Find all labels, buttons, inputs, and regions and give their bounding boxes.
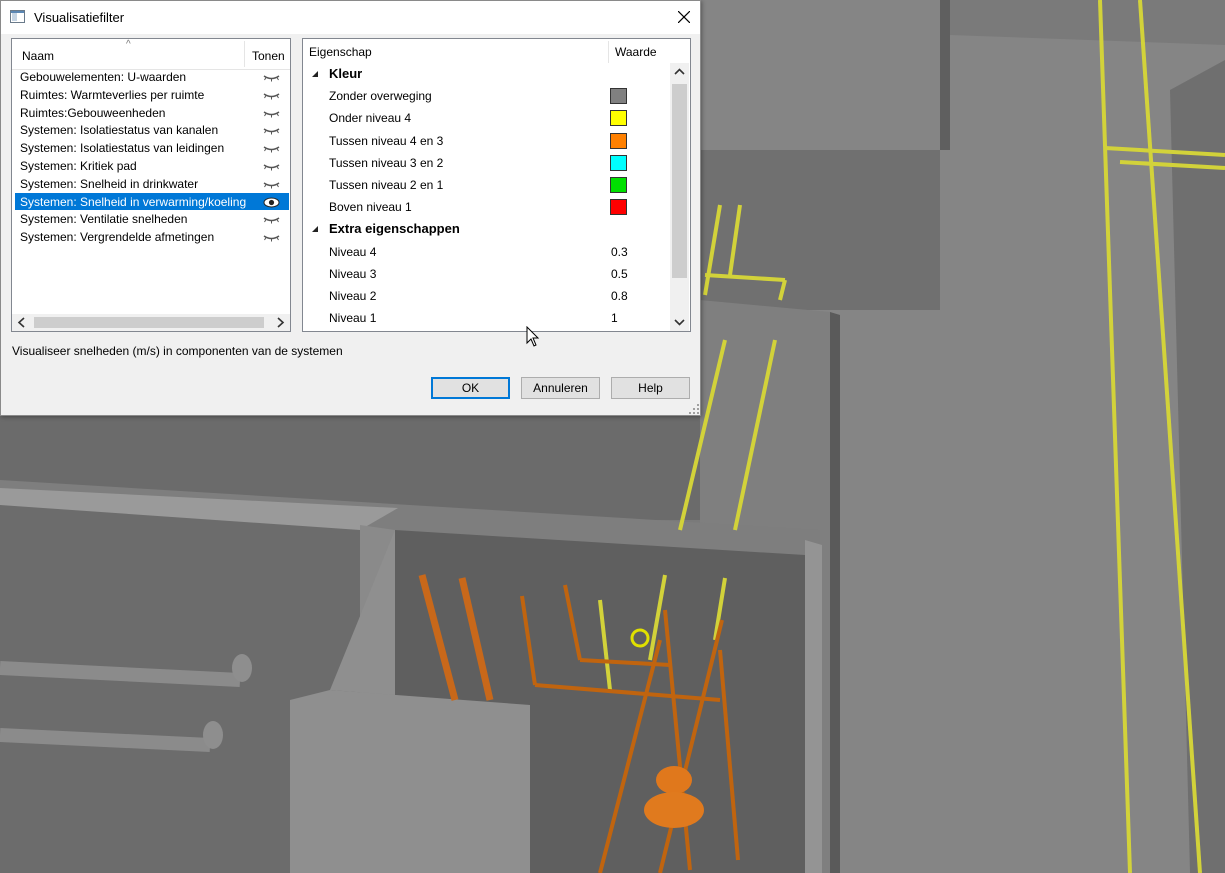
color-property-row[interactable]: Tussen niveau 2 en 1	[303, 174, 669, 196]
list-item[interactable]: Systemen: Snelheid in verwarming/koeling	[15, 192, 289, 211]
property-label: Niveau 4	[329, 244, 377, 259]
visibility-eye-icon[interactable]	[263, 161, 280, 172]
visibility-eye-icon[interactable]	[263, 72, 280, 83]
visibility-eye-icon[interactable]	[263, 179, 280, 190]
close-icon	[678, 11, 690, 23]
scroll-left-icon[interactable]	[15, 316, 29, 329]
color-property-row[interactable]: Tussen niveau 3 en 2	[303, 152, 669, 174]
filter-description: Visualiseer snelheden (m/s) in component…	[12, 344, 343, 358]
list-item-label: Systemen: Kritiek pad	[20, 158, 137, 173]
collapse-triangle-icon[interactable]	[312, 226, 318, 233]
scroll-thumb[interactable]	[34, 317, 264, 328]
column-header-show[interactable]: Tonen	[252, 49, 285, 63]
color-swatch[interactable]	[610, 88, 627, 105]
property-value[interactable]: 0.8	[611, 285, 628, 307]
category-label: Kleur	[329, 66, 363, 81]
property-value[interactable]: 0.3	[611, 241, 628, 263]
property-label: Tussen niveau 4 en 3	[329, 133, 444, 148]
list-item[interactable]: Systemen: Ventilatie snelheden	[15, 210, 289, 228]
list-item-label: Systemen: Isolatiestatus van leidingen	[20, 141, 225, 156]
column-divider[interactable]	[244, 41, 245, 67]
list-item[interactable]: Systemen: Kritiek pad	[15, 157, 289, 175]
property-value[interactable]: 0.5	[611, 263, 628, 285]
dialog-title: Visualisatiefilter	[34, 10, 125, 25]
vertical-scrollbar[interactable]	[670, 63, 689, 331]
list-item[interactable]: Systemen: Snelheid in drinkwater	[15, 175, 289, 193]
list-item-label: Ruimtes: Warmteverlies per ruimte	[20, 87, 205, 102]
list-rows: Gebouwelementen: U-waarden Ruimtes: Warmt…	[15, 68, 289, 246]
visibility-eye-icon[interactable]	[263, 125, 280, 136]
scroll-right-icon[interactable]	[273, 316, 287, 329]
list-item[interactable]: Systemen: Isolatiestatus van kanalen	[15, 121, 289, 139]
property-label: Niveau 1	[329, 311, 377, 326]
color-swatch[interactable]	[610, 132, 627, 149]
color-swatch[interactable]	[610, 154, 627, 171]
property-label: Niveau 3	[329, 266, 377, 281]
ok-button[interactable]: OK	[431, 377, 510, 399]
horizontal-scrollbar[interactable]	[12, 314, 290, 331]
property-label: Onder niveau 4	[329, 111, 412, 126]
list-item-label: Systemen: Snelheid in drinkwater	[20, 176, 199, 191]
level-property-row[interactable]: Niveau 3 0.5	[303, 263, 669, 285]
scroll-thumb[interactable]	[672, 84, 687, 278]
color-swatch[interactable]	[610, 199, 627, 216]
property-label: Tussen niveau 3 en 2	[329, 155, 444, 170]
column-header-value[interactable]: Waarde	[615, 45, 657, 59]
scroll-down-icon[interactable]	[673, 316, 686, 328]
mouse-pointer-icon	[526, 326, 540, 347]
sort-up-icon: ^	[126, 39, 131, 50]
color-swatch[interactable]	[610, 177, 627, 193]
list-item-label: Systemen: Snelheid in verwarming/koeling	[20, 194, 247, 209]
list-item[interactable]: Gebouwelementen: U-waarden	[15, 68, 289, 86]
property-value[interactable]: 1	[611, 307, 618, 329]
level-property-row[interactable]: Niveau 1 1	[303, 307, 669, 329]
category-label: Extra eigenschappen	[329, 221, 460, 237]
list-header: Naam ^ Tonen	[12, 39, 290, 70]
color-property-row[interactable]: Zonder overweging	[303, 85, 669, 107]
list-item[interactable]: Ruimtes:Gebouweenheden	[15, 104, 289, 122]
list-item[interactable]: Systemen: Vergrendelde afmetingen	[15, 228, 289, 246]
filter-list[interactable]: Naam ^ Tonen Gebouwelementen: U-waarden R…	[11, 38, 291, 332]
list-item[interactable]: Ruimtes: Warmteverlies per ruimte	[15, 86, 289, 104]
title-bar[interactable]: Visualisatiefilter	[1, 1, 700, 34]
color-swatch[interactable]	[610, 110, 627, 127]
color-property-row[interactable]: Tussen niveau 4 en 3	[303, 130, 669, 152]
close-button[interactable]	[671, 5, 697, 29]
property-label: Niveau 2	[329, 289, 377, 303]
visibility-eye-icon[interactable]	[263, 108, 280, 119]
column-divider[interactable]	[608, 41, 609, 63]
column-header-property[interactable]: Eigenschap	[309, 45, 372, 59]
property-label: Boven niveau 1	[329, 200, 412, 215]
list-item-label: Ruimtes:Gebouweenheden	[20, 105, 166, 120]
property-label: Zonder overweging	[329, 89, 432, 104]
list-item-label: Systemen: Ventilatie snelheden	[20, 212, 188, 227]
collapse-triangle-icon[interactable]	[312, 71, 318, 77]
list-item[interactable]: Systemen: Isolatiestatus van leidingen	[15, 139, 289, 157]
property-grid[interactable]: Eigenschap Waarde Kleur Zonder overweging…	[302, 38, 691, 332]
visibility-eye-icon[interactable]	[263, 90, 280, 101]
visibility-eye-icon[interactable]	[263, 232, 280, 243]
property-label: Tussen niveau 2 en 1	[329, 178, 444, 192]
column-header-name[interactable]: Naam	[22, 49, 54, 63]
property-category[interactable]: Extra eigenschappen	[303, 218, 669, 240]
visualisation-filter-dialog: Visualisatiefilter Naam ^ Tonen Gebouwel…	[0, 0, 701, 416]
property-category[interactable]: Kleur	[303, 63, 669, 85]
list-item-label: Systemen: Vergrendelde afmetingen	[20, 230, 215, 245]
window-icon	[10, 10, 25, 23]
scroll-up-icon[interactable]	[673, 66, 686, 78]
level-property-row[interactable]: Niveau 4 0.3	[303, 241, 669, 263]
color-property-row[interactable]: Onder niveau 4	[303, 107, 669, 129]
cancel-button[interactable]: Annuleren	[521, 377, 600, 399]
resize-grip-icon[interactable]	[688, 403, 700, 415]
property-header: Eigenschap Waarde	[303, 39, 690, 63]
visibility-eye-icon[interactable]	[263, 197, 280, 208]
visibility-eye-icon[interactable]	[263, 143, 280, 154]
list-item-label: Gebouwelementen: U-waarden	[20, 70, 187, 84]
color-property-row[interactable]: Boven niveau 1	[303, 196, 669, 218]
list-item-label: Systemen: Isolatiestatus van kanalen	[20, 123, 219, 138]
visibility-eye-icon[interactable]	[263, 214, 280, 225]
help-button[interactable]: Help	[611, 377, 690, 399]
level-property-row[interactable]: Niveau 2 0.8	[303, 285, 669, 307]
